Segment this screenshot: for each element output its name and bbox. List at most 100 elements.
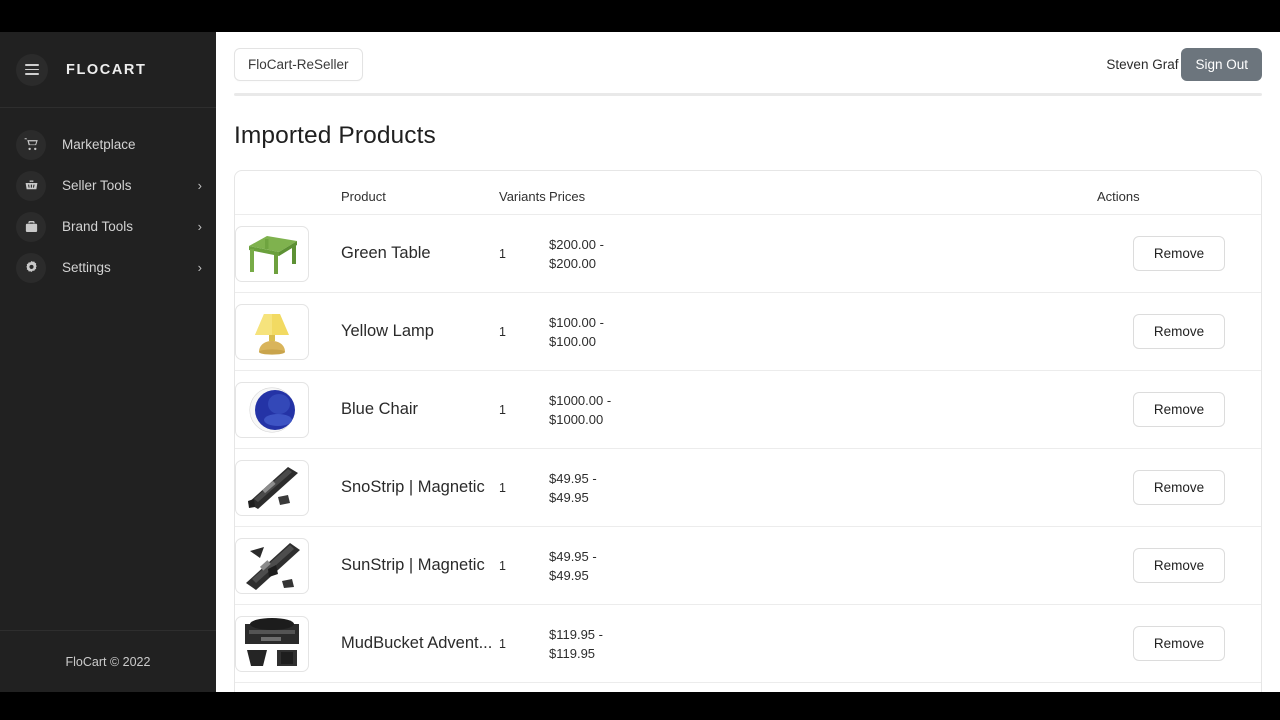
workspace-chip[interactable]: FloCart-ReSeller xyxy=(234,47,363,81)
column-header-thumbnail xyxy=(235,171,341,215)
product-name-cell: SunStrip | Magnetic xyxy=(341,526,499,605)
variant-count: 1 xyxy=(499,246,506,261)
products-table-body: Green Table 1 $200.00 - $200.00 Remove Yello… xyxy=(235,214,1261,692)
price-min: $119.95 - xyxy=(549,626,603,642)
product-price-cell: $49.95 - $49.95 xyxy=(549,448,669,527)
chevron-right-icon: › xyxy=(197,260,202,275)
sidebar-item-label: Marketplace xyxy=(62,137,136,152)
spacer-cell xyxy=(669,214,1097,293)
brand-title: FLOCART xyxy=(66,61,147,78)
topbar: FloCart-ReSeller Steven Graf Sign Out xyxy=(216,32,1280,96)
mudbucket-thumb xyxy=(235,615,309,672)
sidebar-item-seller-tools[interactable]: Seller Tools › xyxy=(0,165,216,206)
price-max: $49.95 xyxy=(549,489,589,505)
sunstrip-thumb xyxy=(235,537,309,594)
table-row: Yellow Lamp 1 $100.00 - $100.00 Remove xyxy=(235,292,1261,371)
product-name-cell: MudBucket Advent... xyxy=(341,604,499,683)
product-price-cell: $200.00 - $200.00 xyxy=(549,214,669,293)
remove-button[interactable]: Remove xyxy=(1132,548,1226,583)
column-header-variants: Variants xyxy=(499,189,546,204)
product-variants-cell xyxy=(499,682,549,692)
product-actions-cell: Remove xyxy=(1097,448,1261,527)
snostrip-thumb xyxy=(235,459,309,516)
product-price-cell: $100.00 - $100.00 xyxy=(549,292,669,371)
product-name: Green Table xyxy=(341,244,431,262)
sidebar-item-marketplace[interactable]: Marketplace xyxy=(0,124,216,165)
product-price-cell: $1000.00 - $1000.00 xyxy=(549,370,669,449)
price-min: $1000.00 - xyxy=(549,392,612,408)
variant-count: 1 xyxy=(499,558,506,573)
product-thumbnail-cell xyxy=(235,682,341,692)
products-table-head: Product Variants Prices Actions xyxy=(235,171,1261,215)
table-header-row: Product Variants Prices Actions xyxy=(235,171,1261,215)
sidebar-item-brand-tools[interactable]: Brand Tools › xyxy=(0,206,216,247)
variant-count: 1 xyxy=(499,480,506,495)
product-variants-cell: 1 xyxy=(499,214,549,293)
spacer-cell xyxy=(669,604,1097,683)
topbar-right-group: Steven Graf Sign Out xyxy=(1106,47,1262,81)
variant-count: 1 xyxy=(499,636,506,651)
products-table-scroll-area[interactable]: Product Variants Prices Actions Green Ta… xyxy=(235,171,1261,692)
remove-button[interactable]: Remove xyxy=(1132,470,1226,505)
column-header-product: Product xyxy=(341,189,386,204)
price-min: $49.95 - xyxy=(549,470,597,486)
product-variants-cell: 1 xyxy=(499,448,549,527)
price-min: $100.00 - xyxy=(549,314,604,330)
sidebar-item-label: Seller Tools xyxy=(62,178,132,193)
remove-button[interactable]: Remove xyxy=(1132,626,1226,661)
product-thumbnail-cell xyxy=(235,370,341,449)
product-name: MudBucket Advent... xyxy=(341,634,493,652)
table-row: SnoStrip | Magnetic 1 $49.95 - $49.95 Remove xyxy=(235,448,1261,527)
price-max: $100.00 xyxy=(549,333,596,349)
table-row: MudBucket Advent... 1 $119.95 - $119.95 Remo… xyxy=(235,604,1261,683)
sidebar-item-settings[interactable]: Settings › xyxy=(0,247,216,288)
product-thumbnail-cell xyxy=(235,604,341,683)
shopping-cart-icon xyxy=(16,129,46,160)
imported-products-card: Product Variants Prices Actions Green Ta… xyxy=(234,170,1262,692)
spacer-cell xyxy=(669,448,1097,527)
product-actions-cell: Remove xyxy=(1097,604,1261,683)
spacer-cell xyxy=(669,370,1097,449)
remove-button[interactable]: Remove xyxy=(1132,392,1226,427)
product-name-cell: Green Table xyxy=(341,214,499,293)
bottom-letterbox-bar xyxy=(0,692,1280,720)
product-actions-cell: Remove xyxy=(1097,214,1261,293)
chevron-right-icon: › xyxy=(197,178,202,193)
product-name-cell: SnoStrip | Magnetic xyxy=(341,448,499,527)
product-actions-cell: Remove xyxy=(1097,370,1261,449)
price-max: $200.00 xyxy=(549,255,596,271)
top-letterbox-bar xyxy=(0,0,1280,32)
price-max: $49.95 xyxy=(549,567,589,583)
yellow-lamp-thumb xyxy=(235,303,309,360)
products-table: Product Variants Prices Actions Green Ta… xyxy=(235,171,1261,692)
product-actions-cell: Remove xyxy=(1097,526,1261,605)
remove-button[interactable]: Remove xyxy=(1132,314,1226,349)
topbar-divider xyxy=(234,93,1262,96)
product-price-cell: $49.95 - $49.95 xyxy=(549,526,669,605)
spacer-cell xyxy=(669,526,1097,605)
product-actions-cell xyxy=(1097,682,1261,692)
product-name: SunStrip | Magnetic xyxy=(341,556,485,574)
product-variants-cell: 1 xyxy=(499,370,549,449)
remove-button[interactable]: Remove xyxy=(1132,236,1226,271)
sign-out-button[interactable]: Sign Out xyxy=(1181,47,1262,81)
price-max: $1000.00 xyxy=(549,411,604,427)
table-row: Green Table 1 $200.00 - $200.00 Remove xyxy=(235,214,1261,293)
app-viewport: FLOCART Marketplace Seller Tools › Brand… xyxy=(0,32,1280,692)
product-thumbnail-cell xyxy=(235,448,341,527)
sidebar-item-label: Brand Tools xyxy=(62,219,134,234)
main-content: FloCart-ReSeller Steven Graf Sign Out Im… xyxy=(216,32,1280,692)
product-price-cell xyxy=(549,682,669,692)
hamburger-icon[interactable] xyxy=(16,53,48,86)
gear-icon xyxy=(16,252,46,283)
product-thumbnail-cell xyxy=(235,292,341,371)
product-thumbnail-cell xyxy=(235,526,341,605)
product-variants-cell: 1 xyxy=(499,292,549,371)
table-row xyxy=(235,682,1261,692)
variant-count: 1 xyxy=(499,402,506,417)
product-price-cell: $119.95 - $119.95 xyxy=(549,604,669,683)
briefcase-lock-icon xyxy=(16,211,46,242)
variant-count: 1 xyxy=(499,324,506,339)
product-actions-cell: Remove xyxy=(1097,292,1261,371)
table-row: Blue Chair 1 $1000.00 - $1000.00 Remove xyxy=(235,370,1261,449)
